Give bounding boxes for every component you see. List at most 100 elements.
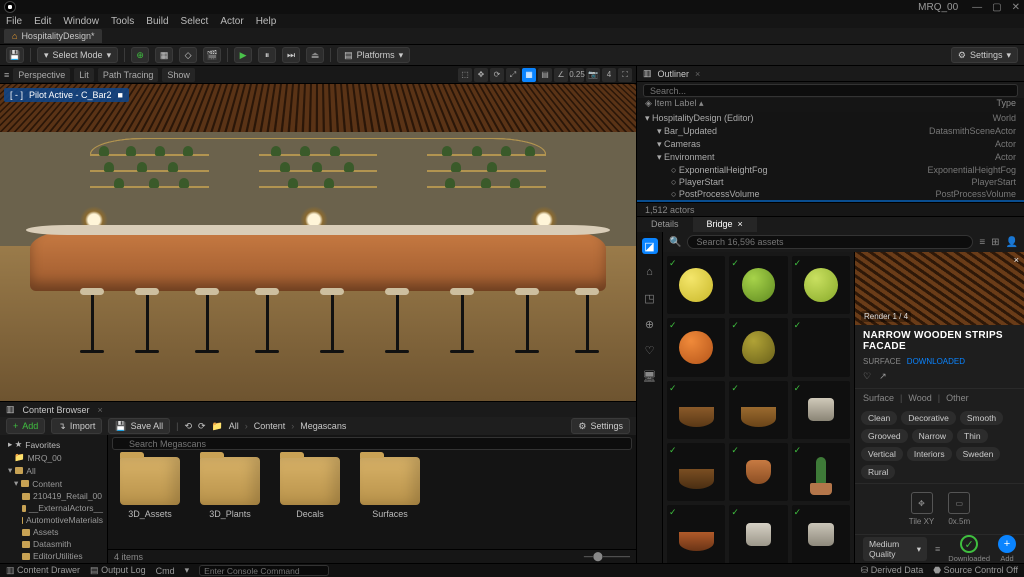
- menu-file[interactable]: File: [6, 16, 22, 27]
- crumb-all[interactable]: All: [229, 421, 239, 431]
- gizmo-snap-icon[interactable]: ▦: [522, 68, 536, 82]
- outliner-row[interactable]: ○ ExponentialHeightFogExponentialHeightF…: [637, 164, 1024, 176]
- tab-bridge[interactable]: Bridge ×: [693, 217, 757, 232]
- cb-tree-item[interactable]: 210419_Retail_00: [2, 490, 105, 502]
- gizmo-zoom-icon[interactable]: 0.25: [570, 68, 584, 82]
- cb-folder-icon[interactable]: 📁: [212, 421, 223, 432]
- source-control[interactable]: ⬣ Source Control Off: [933, 565, 1018, 576]
- bridge-filter-icon[interactable]: ≡: [979, 237, 985, 248]
- viewport-lit[interactable]: Lit: [74, 68, 94, 82]
- asset-cup1[interactable]: ✓: [729, 505, 787, 563]
- quality-settings-icon[interactable]: ≡: [935, 544, 940, 554]
- bridge-user-icon[interactable]: 👤: [1006, 237, 1018, 248]
- bridge-home-icon[interactable]: ⌂: [642, 264, 658, 280]
- add-content-button[interactable]: ⊕: [131, 47, 149, 63]
- outliner-row[interactable]: ○ PostProcessVolumePostProcessVolume: [637, 188, 1024, 200]
- gizmo-grid-icon[interactable]: ▤: [538, 68, 552, 82]
- fav-icon[interactable]: ♡: [863, 371, 871, 382]
- viewport-menu-icon[interactable]: ≡: [4, 70, 9, 80]
- folder-surfaces[interactable]: Surfaces: [360, 457, 420, 519]
- content-drawer-button[interactable]: ▥ Content Drawer: [6, 565, 80, 576]
- cb-tree-item[interactable]: ▾ All: [2, 464, 105, 477]
- outliner-row[interactable]: ▾ CamerasActor: [637, 138, 1024, 151]
- preview-close-icon[interactable]: ×: [1014, 255, 1019, 265]
- platforms-button[interactable]: ▤ Platforms ▾: [337, 47, 410, 63]
- gizmo-camera-icon[interactable]: 📷: [586, 68, 600, 82]
- menu-actor[interactable]: Actor: [220, 16, 243, 27]
- window-controls[interactable]: — ▢ ✕: [972, 2, 1020, 13]
- asset-pot2[interactable]: ✓: [729, 443, 787, 501]
- download-button[interactable]: ✓: [960, 535, 978, 553]
- menu-build[interactable]: Build: [146, 16, 168, 27]
- asset-cup2[interactable]: ✓: [792, 505, 850, 563]
- bridge-local-icon[interactable]: 🖥: [642, 368, 658, 384]
- console-input[interactable]: [199, 565, 329, 576]
- viewport-gizmos[interactable]: ⬚ ✥ ⟳ ⤢ ▦ ▤ ∠ 0.25 📷 4 ⛶: [458, 68, 632, 82]
- outliner-col-label[interactable]: Item Label: [654, 98, 696, 108]
- outliner-col-type[interactable]: Type: [996, 98, 1016, 112]
- outliner-row[interactable]: ▾ EnvironmentActor: [637, 151, 1024, 164]
- asset-pot1[interactable]: ✓: [792, 381, 850, 439]
- pilot-badge[interactable]: [ - ] Pilot Active - C_Bar2 ■: [4, 88, 129, 102]
- bridge-sort-icon[interactable]: ⊞: [991, 237, 999, 248]
- pause-button[interactable]: ⏸: [258, 47, 276, 63]
- cb-back-icon[interactable]: ⟲: [184, 421, 192, 432]
- asset-bowl4[interactable]: ✓: [667, 505, 725, 563]
- share-icon[interactable]: ↗: [879, 371, 887, 382]
- bridge-logo-icon[interactable]: ◪: [642, 238, 658, 254]
- cb-search-input[interactable]: [112, 437, 632, 450]
- tag[interactable]: Thin: [957, 429, 988, 443]
- outliner-search-input[interactable]: [643, 84, 1018, 97]
- gizmo-expand-icon[interactable]: ⛶: [618, 68, 632, 82]
- minimize-icon[interactable]: —: [972, 2, 982, 13]
- tag[interactable]: Smooth: [960, 411, 1003, 425]
- cb-saveall-button[interactable]: 💾 Save All: [108, 418, 170, 434]
- gizmo-rotate-icon[interactable]: ⟳: [490, 68, 504, 82]
- asset-lemon[interactable]: ✓: [667, 256, 725, 314]
- outliner-row[interactable]: ▾ Bar_UpdatedDatasmithSceneActor: [637, 125, 1024, 138]
- tag[interactable]: Rural: [861, 465, 895, 479]
- close-icon[interactable]: ✕: [1012, 2, 1020, 13]
- cb-tree-item[interactable]: Datasmith: [2, 538, 105, 550]
- cb-view-slider[interactable]: —⬤———: [584, 551, 630, 562]
- gizmo-scale-icon[interactable]: ⤢: [506, 68, 520, 82]
- tag[interactable]: Clean: [861, 411, 897, 425]
- cb-fwd-icon[interactable]: ⟳: [198, 421, 206, 432]
- gizmo-camspeed[interactable]: 4: [602, 68, 616, 82]
- asset-bowl3[interactable]: ✓: [667, 443, 725, 501]
- tag[interactable]: Interiors: [907, 447, 952, 461]
- cb-add-button[interactable]: + Add: [6, 418, 45, 434]
- save-button[interactable]: 💾: [6, 47, 24, 63]
- crumb-content[interactable]: Content: [254, 421, 286, 431]
- window-dock-icon[interactable]: ▥: [6, 404, 15, 415]
- menu-help[interactable]: Help: [256, 16, 277, 27]
- cinematics-button[interactable]: 🎬: [203, 47, 221, 63]
- menu-edit[interactable]: Edit: [34, 16, 51, 27]
- crumb-megascans[interactable]: Megascans: [300, 421, 346, 431]
- tag[interactable]: Decorative: [901, 411, 956, 425]
- asset-orange[interactable]: ✓: [667, 318, 725, 376]
- stop-button[interactable]: ⏏: [306, 47, 324, 63]
- tab-details[interactable]: Details: [637, 217, 693, 232]
- select-mode-button[interactable]: ▾ Select Mode ▾: [37, 47, 118, 63]
- cb-import-button[interactable]: ↴ Import: [51, 418, 102, 434]
- play-button[interactable]: ▶: [234, 47, 252, 63]
- viewport-show[interactable]: Show: [162, 68, 195, 82]
- bridge-fav-icon[interactable]: ♡: [642, 342, 658, 358]
- bridge-collections-icon[interactable]: ◳: [642, 290, 658, 306]
- tag[interactable]: Sweden: [956, 447, 1001, 461]
- viewport-pathtracing[interactable]: Path Tracing: [98, 68, 159, 82]
- folder-3d-assets[interactable]: 3D_Assets: [120, 457, 180, 519]
- folder-decals[interactable]: Decals: [280, 457, 340, 519]
- asset-pear[interactable]: ✓: [729, 318, 787, 376]
- menu-select[interactable]: Select: [181, 16, 209, 27]
- add-button[interactable]: +: [998, 535, 1016, 553]
- gizmo-move-icon[interactable]: ✥: [474, 68, 488, 82]
- asset-lime2[interactable]: ✓: [792, 256, 850, 314]
- bridge-globe-icon[interactable]: ⊕: [642, 316, 658, 332]
- bcrumb-wood[interactable]: Wood: [908, 393, 931, 403]
- eject-icon[interactable]: [ - ]: [10, 90, 23, 100]
- cb-tree-item[interactable]: __ExternalActors__: [2, 502, 105, 514]
- menu-tools[interactable]: Tools: [111, 16, 134, 27]
- gizmo-angle-icon[interactable]: ∠: [554, 68, 568, 82]
